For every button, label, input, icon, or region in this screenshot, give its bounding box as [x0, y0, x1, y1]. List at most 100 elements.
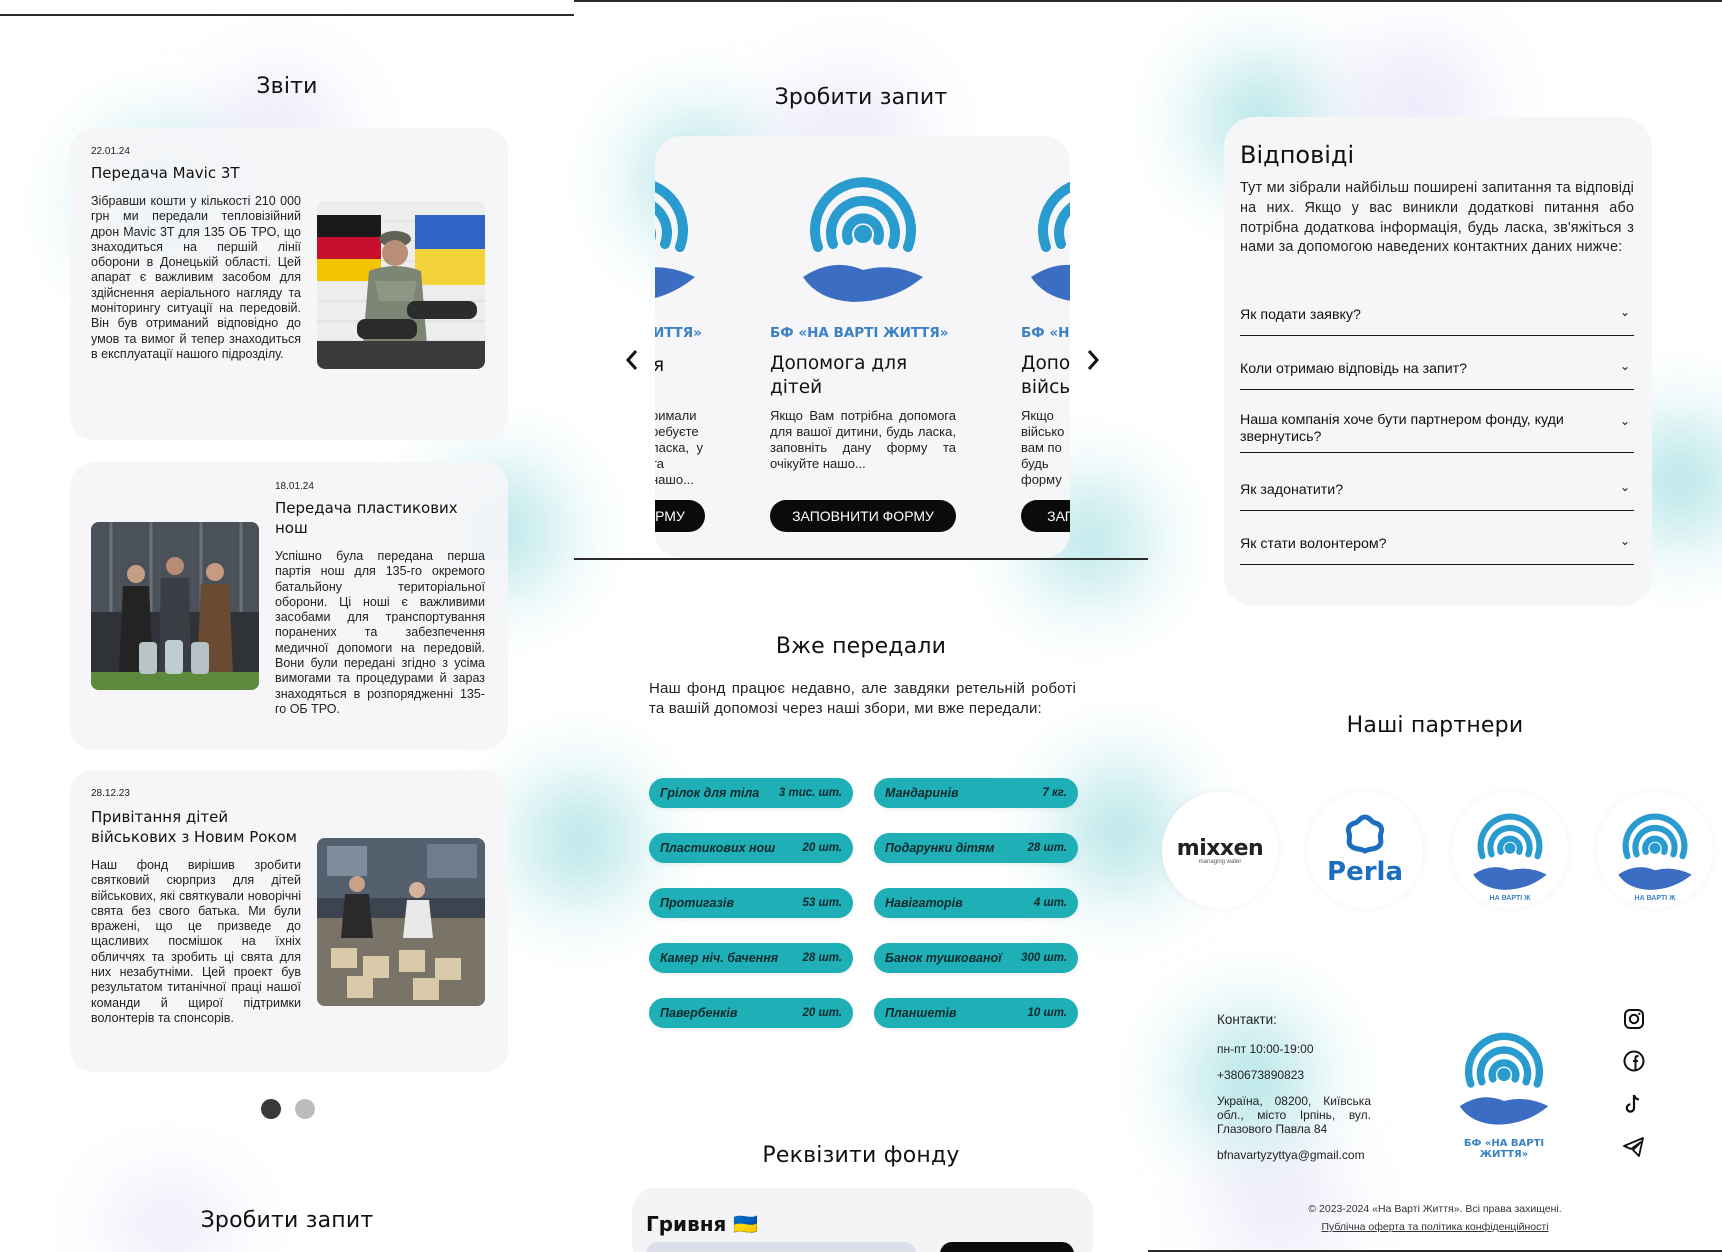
delivered-item-value: 28 шт. [802, 952, 842, 964]
contacts-hours: пн-пт 10:00-19:00 [1217, 1042, 1314, 1056]
chevron-down-icon: ⌄ [1619, 305, 1630, 319]
delivered-item-value: 28 шт. [1027, 842, 1067, 854]
faq-question: Як стати волонтером? [1240, 536, 1387, 552]
perla-wordmark: Perla [1327, 856, 1403, 887]
contacts-address: Україна, 08200, Київська обл., місто Ірп… [1217, 1094, 1371, 1136]
contacts-email[interactable]: bfnavartyzyttya@gmail.com [1217, 1148, 1365, 1162]
carousel-prev-arrow[interactable] [622, 348, 642, 372]
delivered-item: Павербенків 20 шт. [649, 998, 853, 1028]
slide-text: Якщо Вам потрібна допомога для вашої дит… [770, 408, 956, 471]
fund-short-name: НА ВАРТІ Ж [1489, 895, 1531, 902]
copy-button[interactable] [940, 1242, 1074, 1252]
delivered-item-value: 20 шт. [802, 1007, 842, 1019]
report-text: Успішно була передана перша партія нош д… [275, 549, 485, 716]
partner-logo-mixxen[interactable]: mixxen managing water [1162, 792, 1278, 908]
report-card[interactable]: 18.01.24 Передача пластикових нош Успішн… [70, 462, 508, 750]
top-divider-right [574, 0, 1722, 2]
faq-item[interactable]: Коли отримаю відповідь на запит? ⌄ [1240, 359, 1634, 390]
chevron-down-icon: ⌄ [1619, 359, 1630, 373]
partner-logo-fund[interactable]: НА ВАРТІ Ж [1452, 792, 1568, 908]
slide-text: Якщо військо вам по будь форму [1021, 408, 1065, 487]
fund-logo [1473, 813, 1547, 890]
fund-logo [655, 181, 695, 299]
request-title-bottom: Зробити запит [200, 1208, 374, 1233]
slide-title: я [655, 355, 665, 376]
delivered-item-name: Грілок для тіла [660, 786, 760, 800]
delivered-item-name: Банок тушкованої [885, 951, 1002, 965]
fund-short-name: НА ВАРТІ Ж [1634, 895, 1676, 902]
report-title: Привітання дітей військових з Новим Роко… [91, 808, 297, 846]
footer-fund-name: БФ «НА ВАРТІ ЖИТТЯ» [1463, 1138, 1545, 1160]
request-carousel: ИТТЯ» я римали ребуєте ласка, у та нашо.… [655, 136, 1070, 558]
delivered-intro: Наш фонд працює недавно, але завдяки рет… [649, 680, 1076, 717]
delivered-item-name: Подарунки дітям [885, 841, 995, 855]
delivered-item: Планшетів 10 шт. [874, 998, 1078, 1028]
faq-question: Як подати заявку? [1240, 307, 1361, 323]
delivered-item: Пластикових нош 20 шт. [649, 833, 853, 863]
partner-logo-perla[interactable]: Perla [1307, 792, 1423, 908]
fill-form-button[interactable]: РМУ [655, 500, 705, 532]
faq-item[interactable]: Як подати заявку? ⌄ [1240, 305, 1634, 336]
partners-title: Наші партнери [1346, 713, 1524, 738]
fill-form-button[interactable]: ЗАПОВНИТИ ФОРМУ [770, 500, 956, 532]
delivered-item: Протигазів 53 шт. [649, 888, 853, 918]
report-card[interactable]: 28.12.23 Привітання дітей військових з Н… [70, 770, 508, 1072]
perla-flower-icon [1345, 813, 1385, 854]
report-card[interactable]: 22.01.24 Передача Mavic 3T Зібравши кошт… [70, 128, 508, 440]
report-photo-drone [317, 201, 485, 369]
chevron-left-icon [625, 350, 638, 370]
delivered-item-value: 7 кг. [1042, 787, 1067, 799]
carousel-next-arrow[interactable] [1083, 348, 1103, 372]
fund-logo [803, 177, 923, 302]
partner-logo-fund[interactable]: НА ВАРТІ Ж [1597, 792, 1713, 908]
report-title: Передача пластикових нош [275, 499, 458, 537]
facebook-icon[interactable] [1621, 1048, 1647, 1074]
carousel-dot-active[interactable] [261, 1099, 281, 1119]
footer-copyright: © 2023-2024 «На Варті Життя». Всі права … [1308, 1203, 1562, 1215]
report-photo-stretchers [91, 522, 259, 690]
delivered-item: Подарунки дітям 28 шт. [874, 833, 1078, 863]
contacts-label: Контакти: [1217, 1012, 1277, 1027]
telegram-icon[interactable] [1621, 1134, 1647, 1160]
delivered-item-value: 3 тис. шт. [778, 787, 842, 799]
contacts-phone[interactable]: +380673890823 [1217, 1068, 1304, 1082]
delivered-item-value: 10 шт. [1027, 1007, 1067, 1019]
mixxen-wordmark: mixxen [1176, 835, 1264, 861]
tiktok-icon[interactable] [1621, 1091, 1647, 1117]
faq-card: Відповіді Тут ми зібрали найбільш пошире… [1224, 117, 1652, 606]
faq-item[interactable]: Наша компанія хоче бути партнером фонду,… [1240, 412, 1634, 453]
footer-fund-logo [1459, 1032, 1549, 1125]
instagram-icon[interactable] [1621, 1006, 1647, 1032]
fill-form-button[interactable]: ЗАП [1021, 500, 1070, 532]
faq-question: Наша компанія хоче бути партнером фонду,… [1240, 412, 1564, 445]
delivered-item-name: Навігаторів [885, 896, 963, 910]
footer-offer-link[interactable]: Публічна оферта та політика конфіденційн… [1148, 1221, 1722, 1233]
report-title: Передача Mavic 3T [91, 164, 240, 182]
delivered-item: Банок тушкованої 300 шт. [874, 943, 1078, 973]
slide-title: Допомога для дітей [770, 353, 908, 398]
report-photo-new-year [317, 838, 485, 1006]
carousel-dot[interactable] [295, 1099, 315, 1119]
account-field[interactable] [646, 1242, 916, 1252]
faq-title: Відповіді [1240, 141, 1355, 169]
fund-name: ИТТЯ» [655, 325, 702, 341]
slide-text: римали ребуєте ласка, у та нашо... [655, 408, 703, 487]
report-text: Наш фонд вирішив зробити святковий сюрпр… [91, 858, 301, 1025]
top-divider-left [0, 14, 574, 16]
delivered-item: Грілок для тіла 3 тис. шт. [649, 778, 853, 808]
report-date: 18.01.24 [275, 481, 314, 492]
delivered-item-value: 20 шт. [802, 842, 842, 854]
delivered-item-name: Пластикових нош [660, 841, 776, 855]
faq-item[interactable]: Як задонатити? ⌄ [1240, 480, 1634, 511]
currency-label: Гривня 🇺🇦 [646, 1212, 759, 1236]
delivered-item-name: Павербенків [660, 1006, 738, 1020]
slide-title: Допо війсь [1021, 353, 1070, 398]
faq-question: Коли отримаю відповідь на запит? [1240, 361, 1468, 377]
delivered-item-name: Камер ніч. бачення [660, 951, 779, 965]
fund-name: БФ «НА ВАРТІ ЖИТТЯ» [770, 325, 949, 341]
report-date: 28.12.23 [91, 788, 130, 799]
requisites-card: Гривня 🇺🇦 [632, 1188, 1093, 1252]
request-title: Зробити запит [774, 85, 948, 110]
faq-intro: Тут ми зібрали найбільш поширені запитан… [1240, 180, 1634, 256]
faq-item[interactable]: Як стати волонтером? ⌄ [1240, 534, 1634, 565]
